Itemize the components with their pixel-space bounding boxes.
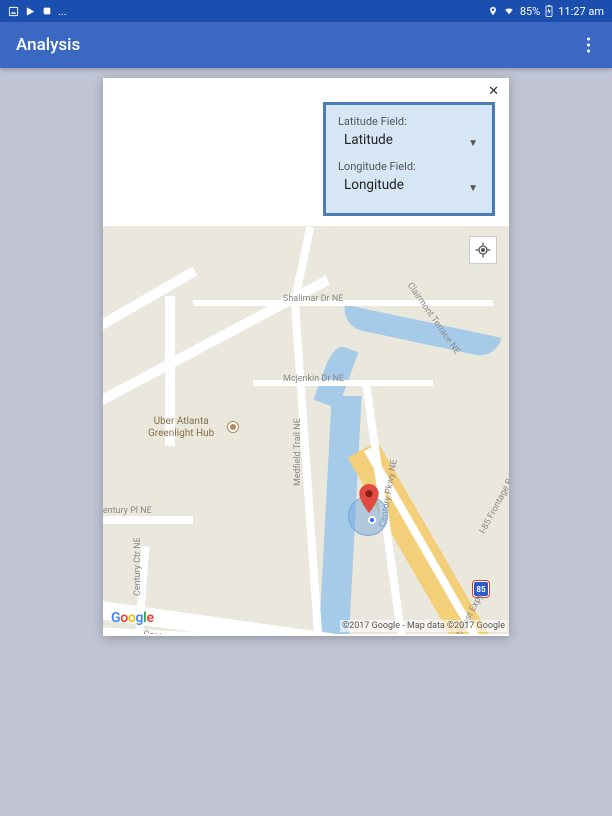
clock-text: 11:27 am <box>558 5 604 18</box>
status-bar: ... 85% 11:27 am <box>0 0 612 22</box>
more-notifications: ... <box>58 5 67 18</box>
poi-label: Uber AtlantaGreenlight Hub <box>148 416 214 439</box>
field-selector-panel: Latitude Field: Latitude ▼ Longitude Fie… <box>323 102 495 216</box>
current-location-dot <box>368 516 376 524</box>
longitude-field-block: Longitude Field: Longitude ▼ <box>338 160 480 201</box>
road-label: Medfield Trail NE <box>293 418 303 486</box>
my-location-button[interactable] <box>469 236 497 264</box>
latitude-field-block: Latitude Field: Latitude ▼ <box>338 115 480 156</box>
latitude-field-dropdown[interactable]: Latitude ▼ <box>338 130 480 156</box>
action-bar: Analysis <box>0 22 612 68</box>
location-icon <box>488 6 498 16</box>
image-icon <box>8 6 19 17</box>
google-logo: Google <box>111 610 154 626</box>
status-left: ... <box>8 5 67 18</box>
status-right: 85% 11:27 am <box>488 5 604 18</box>
play-icon <box>25 6 36 17</box>
road-label: Century Ctr NE <box>133 537 143 596</box>
battery-icon <box>545 5 553 17</box>
chevron-down-icon: ▼ <box>468 183 480 194</box>
crosshair-icon <box>475 242 491 258</box>
road-label: Mcjenkin Dr NE <box>283 374 344 384</box>
map-card: ✕ Latitude Field: Latitude ▼ Longitude F… <box>103 78 509 636</box>
map-attribution: ©2017 Google - Map data ©2017 Google <box>340 620 507 632</box>
page-title: Analysis <box>16 35 80 55</box>
wifi-icon <box>503 6 515 16</box>
close-button[interactable]: ✕ <box>484 82 503 101</box>
square-icon <box>42 6 52 16</box>
longitude-field-label: Longitude Field: <box>338 160 480 173</box>
latitude-field-value: Latitude <box>338 130 393 156</box>
poi-dot <box>228 422 238 432</box>
longitude-field-dropdown[interactable]: Longitude ▼ <box>338 175 480 201</box>
battery-percent: 85% <box>520 5 540 18</box>
longitude-field-value: Longitude <box>338 175 404 201</box>
chevron-down-icon: ▼ <box>468 138 480 149</box>
overflow-menu-button[interactable] <box>579 30 598 61</box>
map-view[interactable]: 85 Shalimar Dr NE Mcjenkin Dr NE Medfiel… <box>103 226 509 634</box>
map-pin-icon <box>358 484 380 514</box>
road-label: Shalimar Dr NE <box>283 294 343 304</box>
road-label: I-85 Frontage Rd <box>478 473 509 536</box>
latitude-field-label: Latitude Field: <box>338 115 480 128</box>
road-label: Century Pl NE <box>103 506 152 516</box>
